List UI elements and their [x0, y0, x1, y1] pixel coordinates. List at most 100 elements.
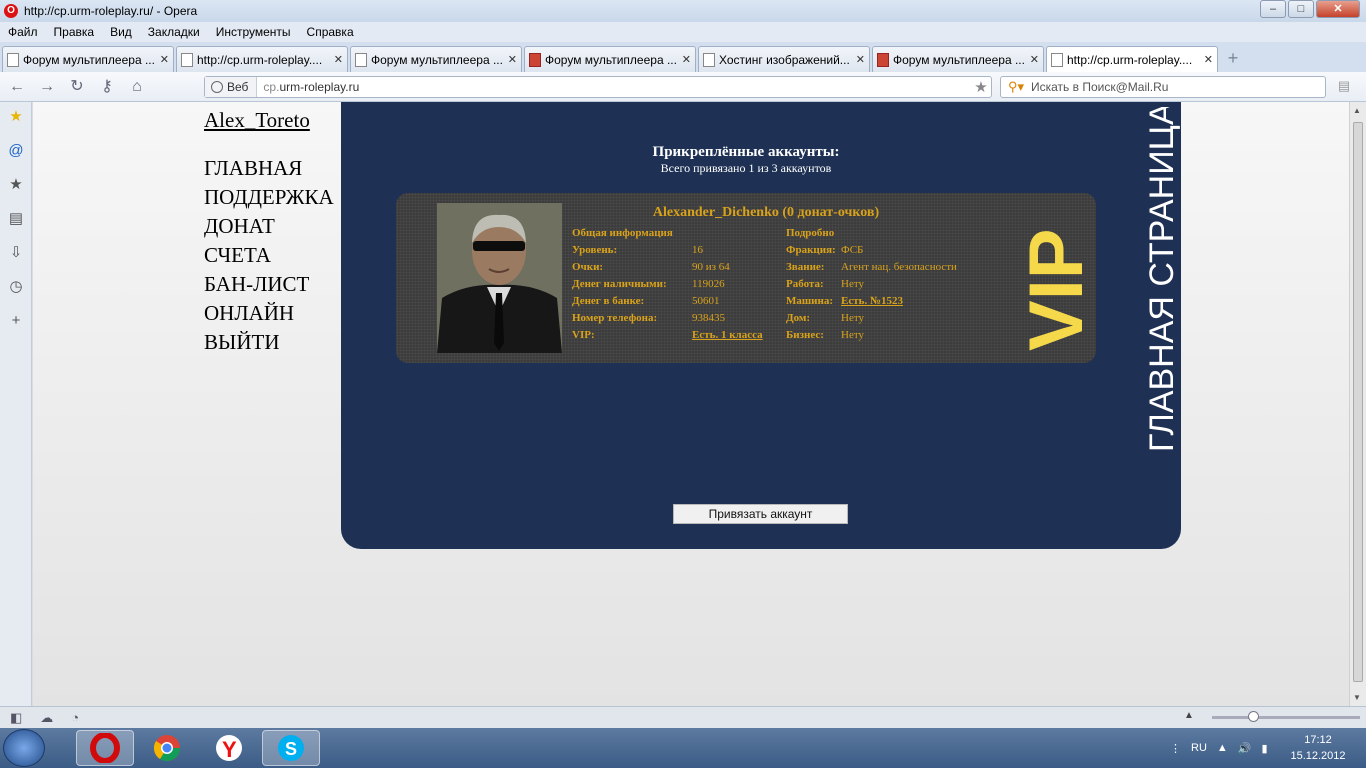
taskbar-opera[interactable] — [76, 730, 134, 766]
browser-tab[interactable]: Форум мультиплеера ... ✕ — [2, 46, 174, 72]
vip-value-link[interactable]: Есть. 1 класса — [692, 329, 763, 341]
browser-tab-active[interactable]: http://cp.urm-roleplay.... ✕ — [1046, 46, 1218, 72]
account-card[interactable]: Alexander_Dichenko (0 донат-очков) Общая… — [396, 193, 1096, 363]
address-field[interactable]: Веб cp.urm-roleplay.ru ★ — [204, 76, 992, 98]
search-engine-icon[interactable]: ⚲▾ — [1001, 79, 1031, 95]
taskbar-yandex[interactable]: Y — [200, 730, 258, 766]
taskbar-clock[interactable]: 17:12 15.12.2012 — [1282, 732, 1354, 764]
browser-tab[interactable]: http://cp.urm-roleplay.... ✕ — [176, 46, 348, 72]
downloads-icon[interactable]: ⇩ — [0, 238, 32, 272]
minimize-button[interactable]: – — [1260, 0, 1286, 18]
window-title: http://cp.urm-roleplay.ru/ - Opera — [24, 4, 198, 18]
nav-accounts-link[interactable]: СЧЕТА — [204, 241, 334, 270]
page-icon — [1051, 52, 1063, 67]
nav-online-link[interactable]: ОНЛАЙН — [204, 299, 334, 328]
opera-unite-cloud-icon[interactable]: ☁ — [40, 710, 53, 726]
svg-text:Y: Y — [222, 737, 237, 762]
nav-home-link[interactable]: ГЛАВНАЯ — [204, 154, 334, 183]
tab-close-icon[interactable]: ✕ — [1030, 53, 1039, 66]
tab-close-icon[interactable]: ✕ — [334, 53, 343, 66]
level-value: 16 — [692, 244, 703, 256]
vip-label: VIP: — [572, 329, 595, 341]
bookmarks-icon[interactable]: ★ — [0, 170, 32, 204]
content-panel: ГЛАВНАЯ СТРАНИЦА Прикреплённые аккаунты:… — [341, 102, 1181, 549]
business-label: Бизнес: — [786, 329, 824, 341]
key-icon[interactable]: ⚷ — [94, 76, 120, 98]
home-icon[interactable]: ⌂ — [124, 76, 150, 98]
zoom-slider-knob[interactable] — [1248, 711, 1259, 722]
scroll-down-icon[interactable]: ▼ — [1353, 693, 1361, 702]
car-label: Машина: — [786, 295, 834, 307]
tab-close-icon[interactable]: ✕ — [160, 53, 169, 66]
search-placeholder: Искать в Поиск@Mail.Ru — [1031, 80, 1169, 94]
search-field[interactable]: ⚲▾ Искать в Поиск@Mail.Ru — [1000, 76, 1326, 98]
tab-label: http://cp.urm-roleplay.... — [1067, 52, 1193, 67]
status-bar: ◧ ☁ ◔ ▲ — [0, 706, 1366, 728]
speed-dial-gauge-icon[interactable]: ◔ — [71, 710, 79, 726]
url-text[interactable]: cp.urm-roleplay.ru — [257, 80, 971, 94]
nav-donate-link[interactable]: ДОНАТ — [204, 212, 334, 241]
menu-file[interactable]: Файл — [8, 25, 38, 39]
nav-logout-link[interactable]: ВЫЙТИ — [204, 328, 334, 357]
menu-help[interactable]: Справка — [307, 25, 354, 39]
add-panel-icon[interactable]: + — [0, 306, 32, 340]
tray-expand-icon[interactable]: ▲ — [1217, 742, 1228, 754]
nav-support-link[interactable]: ПОДДЕРЖКА — [204, 183, 334, 212]
toolbar-grip-icon[interactable]: ▤ — [1334, 78, 1354, 96]
start-button-windows-icon[interactable] — [3, 729, 45, 767]
notes-icon[interactable]: ▤ — [0, 204, 32, 238]
menu-bookmarks[interactable]: Закладки — [148, 25, 200, 39]
language-indicator[interactable]: RU — [1191, 742, 1207, 754]
taskbar-skype[interactable]: S — [262, 730, 320, 766]
bookmark-star-icon[interactable]: ★ — [971, 78, 991, 96]
rank-value: Агент нац. безопасности — [841, 261, 957, 273]
favorites-star-icon[interactable]: ★ — [0, 102, 32, 136]
menu-view[interactable]: Вид — [110, 25, 132, 39]
new-tab-icon[interactable]: + — [1222, 48, 1244, 70]
clock-date: 15.12.2012 — [1290, 750, 1346, 762]
username-link[interactable]: Alex_Toreto — [204, 108, 310, 133]
browser-tab[interactable]: Хостинг изображений... ✕ — [698, 46, 870, 72]
nav-banlist-link[interactable]: БАН-ЛИСТ — [204, 270, 334, 299]
panel-toggle-icon[interactable]: ◧ — [10, 710, 22, 726]
browser-tab[interactable]: Форум мультиплеера ... ✕ — [350, 46, 522, 72]
cash-value: 119026 — [692, 278, 725, 290]
tab-close-icon[interactable]: ✕ — [856, 53, 865, 66]
browser-tab[interactable]: Форум мультиплеера ... ✕ — [872, 46, 1044, 72]
browser-tab[interactable]: Форум мультиплеера ... ✕ — [524, 46, 696, 72]
level-label: Уровень: — [572, 244, 618, 256]
back-arrow-icon[interactable]: ← — [4, 76, 30, 98]
zoom-slider[interactable] — [1212, 711, 1360, 722]
taskbar-chrome[interactable] — [138, 730, 196, 766]
phone-label: Номер телефона: — [572, 312, 658, 324]
bind-account-button[interactable]: Привязать аккаунт — [673, 504, 848, 524]
tab-close-icon[interactable]: ✕ — [1204, 53, 1213, 66]
forward-arrow-icon[interactable]: → — [34, 76, 60, 98]
history-clock-icon[interactable]: ◷ — [0, 272, 32, 306]
network-icon[interactable]: ▮ — [1261, 742, 1267, 755]
site-info-badge[interactable]: Веб — [205, 77, 258, 97]
scroll-up-icon[interactable]: ▲ — [1353, 106, 1361, 115]
detail-header: Подробно — [786, 227, 835, 239]
tab-close-icon[interactable]: ✕ — [508, 53, 517, 66]
vertical-scrollbar[interactable]: ▲ ▼ — [1349, 102, 1366, 706]
close-button[interactable]: ✕ — [1316, 0, 1360, 18]
menu-tools[interactable]: Инструменты — [216, 25, 291, 39]
mail-icon[interactable]: @ — [0, 136, 32, 170]
car-value-link[interactable]: Есть. №1523 — [841, 295, 903, 307]
menu-edit[interactable]: Правка — [54, 25, 95, 39]
job-label: Работа: — [786, 278, 824, 290]
vip-badge-text: VIP — [1014, 229, 1094, 352]
tab-label: Форум мультиплеера ... — [23, 52, 155, 67]
navigation-bar: ← → ↻ ⚷ ⌂ Веб cp.urm-roleplay.ru ★ ⚲▾ Ис… — [0, 72, 1366, 102]
maximize-button[interactable]: □ — [1288, 0, 1314, 18]
status-up-icon[interactable]: ▲ — [1184, 710, 1194, 721]
reload-icon[interactable]: ↻ — [64, 76, 90, 98]
tab-label: Форум мультиплеера ... — [893, 52, 1025, 67]
tab-label: Форум мультиплеера ... — [371, 52, 503, 67]
tab-close-icon[interactable]: ✕ — [682, 53, 691, 66]
site-navigation: ГЛАВНАЯ ПОДДЕРЖКА ДОНАТ СЧЕТА БАН-ЛИСТ О… — [204, 154, 334, 357]
scrollbar-thumb[interactable] — [1353, 122, 1363, 682]
page-icon — [7, 52, 19, 67]
volume-icon[interactable]: 🔊 — [1238, 742, 1252, 755]
